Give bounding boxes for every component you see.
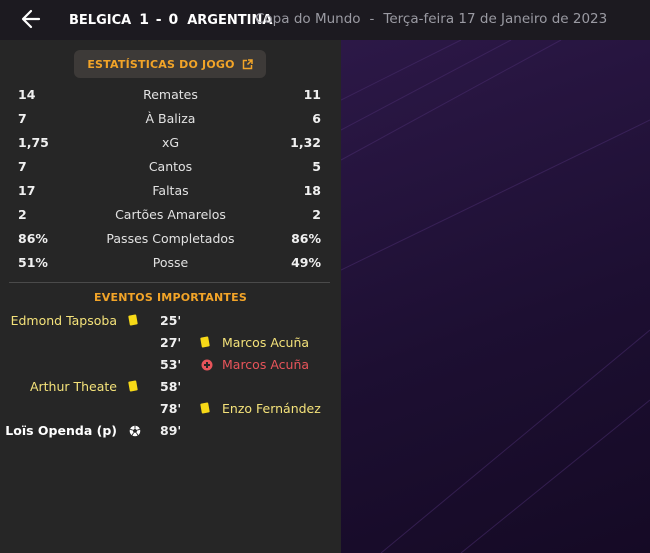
event-row: Loïs Openda (p) 89' bbox=[0, 420, 341, 442]
decorative-background bbox=[341, 40, 650, 553]
stat-row-passes: 86% Passes Completados 86% bbox=[0, 228, 341, 250]
stat-row-corners: 7 Cantos 5 bbox=[0, 156, 341, 178]
external-link-icon bbox=[242, 58, 253, 69]
header-separator: - bbox=[369, 11, 375, 27]
event-row: Arthur Theate 58' bbox=[0, 376, 341, 398]
yellow-card-icon bbox=[128, 380, 138, 392]
event-home-player[interactable]: Arthur Theate bbox=[30, 379, 117, 394]
stat-away-value: 18 bbox=[303, 183, 321, 198]
stat-row-possession: 51% Posse 49% bbox=[0, 252, 341, 274]
goal-ball-icon bbox=[129, 425, 141, 440]
event-minute: 27' bbox=[160, 335, 182, 350]
match-stats-button-label: ESTATÍSTICAS DO JOGO bbox=[87, 57, 235, 71]
event-row: Edmond Tapsoba 25' bbox=[0, 310, 341, 332]
yellow-card-icon bbox=[128, 314, 138, 326]
event-home-player[interactable]: Edmond Tapsoba bbox=[11, 313, 117, 328]
injury-icon bbox=[201, 359, 213, 374]
yellow-card-icon bbox=[200, 402, 210, 414]
stat-label: À Baliza bbox=[145, 111, 196, 126]
event-away-player[interactable]: Enzo Fernández bbox=[222, 401, 321, 416]
event-minute: 53' bbox=[160, 357, 182, 372]
stat-away-value: 2 bbox=[312, 207, 321, 222]
event-row: 27' Marcos Acuña bbox=[0, 332, 341, 354]
event-minute: 78' bbox=[160, 401, 182, 416]
event-away-player[interactable]: Marcos Acuña bbox=[222, 357, 309, 372]
stat-away-value: 1,32 bbox=[290, 135, 321, 150]
section-divider bbox=[9, 282, 330, 283]
stat-label: Posse bbox=[152, 255, 189, 270]
stat-label: Faltas bbox=[152, 183, 189, 198]
top-bar: BELGICA 1 - 0 ARGENTINA Copa do Mundo - Terç… bbox=[0, 0, 650, 40]
event-minute: 89' bbox=[160, 423, 182, 438]
stat-label: Cantos bbox=[148, 159, 193, 174]
match-score: 1 - 0 bbox=[139, 12, 180, 28]
competition-info: Copa do Mundo - Terça-feira 17 de Janeiro … bbox=[255, 11, 607, 27]
stat-row-fouls: 17 Faltas 18 bbox=[0, 180, 341, 202]
home-team-name: BELGICA bbox=[69, 13, 132, 28]
event-minute: 25' bbox=[160, 313, 182, 328]
event-home-player[interactable]: Loïs Openda (p) bbox=[5, 423, 117, 438]
decorative-lines bbox=[341, 40, 650, 553]
event-minute: 58' bbox=[160, 379, 182, 394]
stat-away-value: 86% bbox=[291, 231, 321, 246]
stat-row-on-target: 7 À Baliza 6 bbox=[0, 108, 341, 130]
event-away-player[interactable]: Marcos Acuña bbox=[222, 335, 309, 350]
stat-away-value: 49% bbox=[291, 255, 321, 270]
stat-away-value: 5 bbox=[312, 159, 321, 174]
stat-label: Remates bbox=[143, 87, 198, 102]
competition-name: Copa do Mundo bbox=[255, 11, 361, 27]
events-title: EVENTOS IMPORTANTES bbox=[94, 291, 247, 304]
stat-row-shots: 14 Remates 11 bbox=[0, 84, 341, 106]
yellow-card-icon bbox=[200, 336, 210, 348]
stat-row-yellow-cards: 2 Cartões Amarelos 2 bbox=[0, 204, 341, 226]
event-row: 53' Marcos Acuña bbox=[0, 354, 341, 376]
stat-away-value: 6 bbox=[312, 111, 321, 126]
stat-label: Cartões Amarelos bbox=[115, 207, 226, 222]
stat-away-value: 11 bbox=[303, 87, 321, 102]
match-summary-panel: ESTATÍSTICAS DO JOGO 14 Remates 11 7 À B… bbox=[0, 40, 341, 553]
stat-row-xg: 1,75 xG 1,32 bbox=[0, 132, 341, 154]
match-header: BELGICA 1 - 0 ARGENTINA bbox=[69, 12, 272, 28]
event-row: 78' Enzo Fernández bbox=[0, 398, 341, 420]
match-date: Terça-feira 17 de Janeiro de 2023 bbox=[383, 11, 608, 27]
stat-label: Passes Completados bbox=[106, 231, 235, 246]
match-stats-button[interactable]: ESTATÍSTICAS DO JOGO bbox=[74, 50, 266, 78]
back-arrow-icon[interactable] bbox=[20, 8, 42, 30]
